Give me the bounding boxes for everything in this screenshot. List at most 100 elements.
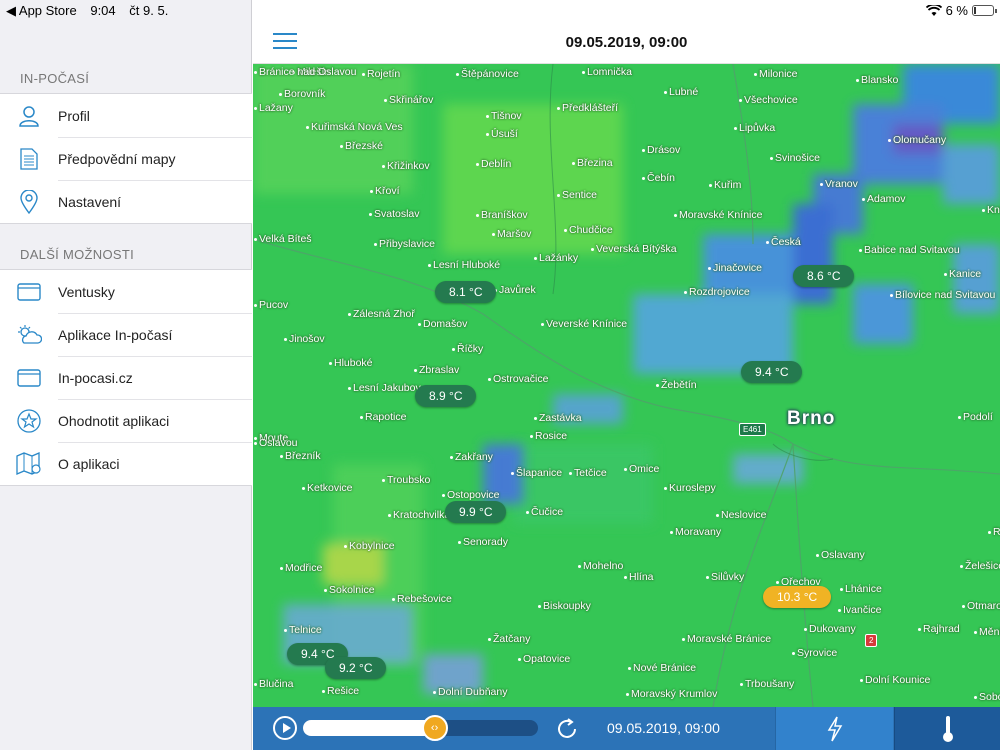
person-icon: [0, 105, 58, 127]
town-label: Zálesná Zhoř: [348, 308, 415, 320]
town-label: Lubné: [663, 86, 699, 98]
sidebar-item-ventusky[interactable]: Ventusky: [0, 270, 252, 313]
page-title: 09.05.2019, 09:00: [565, 34, 688, 51]
town-label: Želešice: [959, 560, 1000, 572]
sidebar-item-label: Aplikace In-počasí: [58, 326, 173, 343]
town-label: Bílovice nad Svitavou: [889, 289, 996, 301]
town-label: Mohelno: [577, 560, 624, 572]
town-label: Rozdrojovice: [684, 286, 750, 298]
town-label: Ketkovice: [302, 482, 353, 494]
town-label: Skřinářov: [383, 94, 434, 106]
sidebar-item-label: Profil: [58, 107, 90, 124]
town-label: Velká Bíteš: [254, 233, 312, 245]
sidebar-section-title-in-pocasi: IN-POČASÍ: [20, 71, 90, 86]
town-label: Sokolnice: [324, 584, 375, 596]
town-label: Modřice: [279, 562, 323, 574]
thermometer-icon: [942, 715, 953, 742]
temperature-label[interactable]: 8.9 °C: [415, 385, 477, 407]
town-label: Senorady: [458, 536, 508, 548]
town-label: Radostice: [988, 526, 1000, 538]
town-label: Otmarov: [961, 600, 1000, 612]
sidebar-item-predpovedni-mapy[interactable]: Předpovědní mapy: [0, 137, 252, 180]
timeline-time: 09.05.2019, 09:00: [607, 720, 720, 736]
temperature-label[interactable]: 9.9 °C: [445, 501, 507, 523]
town-label: Milonice: [754, 68, 798, 80]
town-label: Lažánky: [533, 252, 579, 264]
town-label: Štěpánovice: [456, 68, 519, 80]
town-label: Vranov: [820, 178, 858, 190]
sidebar-item-o-aplikaci[interactable]: O aplikaci: [0, 442, 252, 485]
temperature-label[interactable]: 8.1 °C: [435, 281, 497, 303]
sidebar-item-aplikace-in-pocasi[interactable]: Aplikace In-počasí: [0, 313, 252, 356]
town-label: Oslavou: [254, 437, 298, 449]
timeline-knob[interactable]: ‹›: [421, 715, 448, 741]
town-label: Zastávka: [534, 412, 582, 424]
sidebar-item-in-pocasi-cz[interactable]: In-pocasi.cz: [0, 356, 252, 399]
town-label: Česká: [766, 236, 801, 248]
town-label: Křoví: [370, 185, 400, 197]
town-label: Dukovany: [804, 623, 856, 635]
town-label: Deblín: [475, 158, 512, 170]
sidebar-item-nastaveni[interactable]: Nastavení: [0, 180, 252, 223]
town-label: Javůrek: [494, 284, 536, 296]
play-button[interactable]: [273, 716, 297, 740]
sidebar-item-ohodnotit-aplikaci[interactable]: Ohodnotit aplikaci: [0, 399, 252, 442]
temperature-label[interactable]: 10.3 °C: [763, 586, 832, 608]
timeline-bar: ‹› 09.05.2019, 09:00: [253, 707, 1000, 750]
temperature-label[interactable]: 9.4 °C: [741, 361, 803, 383]
town-label: Hluboké: [329, 357, 373, 369]
town-label: Syrovice: [791, 647, 838, 659]
town-label: Rešice: [321, 685, 360, 697]
town-label: Hlína: [624, 571, 654, 583]
map-info-icon: [0, 451, 58, 476]
sidebar-item-label: O aplikaci: [58, 455, 120, 472]
tab-wind[interactable]: [775, 707, 893, 750]
town-label: Blučina: [253, 678, 294, 690]
town-label: Čebín: [641, 172, 676, 184]
town-label: Moravany: [669, 526, 722, 538]
town-label: Kuřim: [708, 179, 742, 191]
town-label: Moravské Knínice: [673, 209, 763, 221]
sidebar-item-profil[interactable]: Profil: [0, 94, 252, 137]
town-label: Kuroslepy: [664, 482, 716, 494]
town-label: Lipůvka: [733, 122, 776, 134]
weather-map[interactable]: Milešín Rojetín Štěpánovice Lomnička Milonic…: [253, 64, 1000, 707]
tab-temperature[interactable]: [894, 707, 1000, 750]
temperature-label[interactable]: 8.6 °C: [793, 265, 855, 287]
town-label: Žatčany: [487, 633, 531, 645]
town-label: Svatoslav: [369, 208, 420, 220]
battery-percent: 6 %: [945, 3, 968, 18]
town-label: Telnice: [284, 624, 322, 636]
town-label: Rebešovice: [392, 593, 452, 605]
town-label: Braníškov: [476, 209, 528, 221]
refresh-icon[interactable]: [555, 717, 579, 741]
timeline-slider[interactable]: ‹›: [303, 715, 538, 741]
town-label: Kníte: [982, 204, 1000, 216]
town-label: Tišnov: [486, 110, 522, 122]
town-label: Olomučany: [887, 134, 947, 146]
star-icon: [0, 408, 58, 433]
town-label: Borovník: [278, 88, 326, 100]
temperature-label[interactable]: 9.2 °C: [325, 657, 387, 679]
town-label: Sobotovice: [974, 691, 1000, 703]
town-label: Ostopovice: [442, 489, 500, 501]
town-label: Troubsko: [381, 474, 431, 486]
city-label-brno: Brno: [787, 408, 836, 429]
town-label: Dolní Kounice: [859, 674, 931, 686]
back-to-app-store[interactable]: ◀ App Store: [6, 3, 77, 18]
town-label: Svinošice: [770, 152, 820, 164]
town-label: Předklášteří: [556, 102, 619, 114]
town-label: Kanice: [943, 268, 982, 280]
battery-icon: [972, 5, 997, 16]
town-label: Omice: [623, 463, 660, 475]
town-label: Adamov: [862, 193, 906, 205]
town-label: Oslavany: [816, 549, 865, 561]
sidebar-item-label: Předpovědní mapy: [58, 150, 176, 167]
town-label: Dolní Dubňany: [432, 686, 508, 698]
town-label: Říčky: [451, 343, 484, 355]
browser-window-icon: [0, 368, 58, 387]
town-label: Chudčice: [564, 224, 613, 236]
town-label: Lesní Jakubov: [348, 382, 421, 394]
sidebar-item-label: Nastavení: [58, 193, 122, 210]
status-date: čt 9. 5.: [129, 3, 169, 18]
